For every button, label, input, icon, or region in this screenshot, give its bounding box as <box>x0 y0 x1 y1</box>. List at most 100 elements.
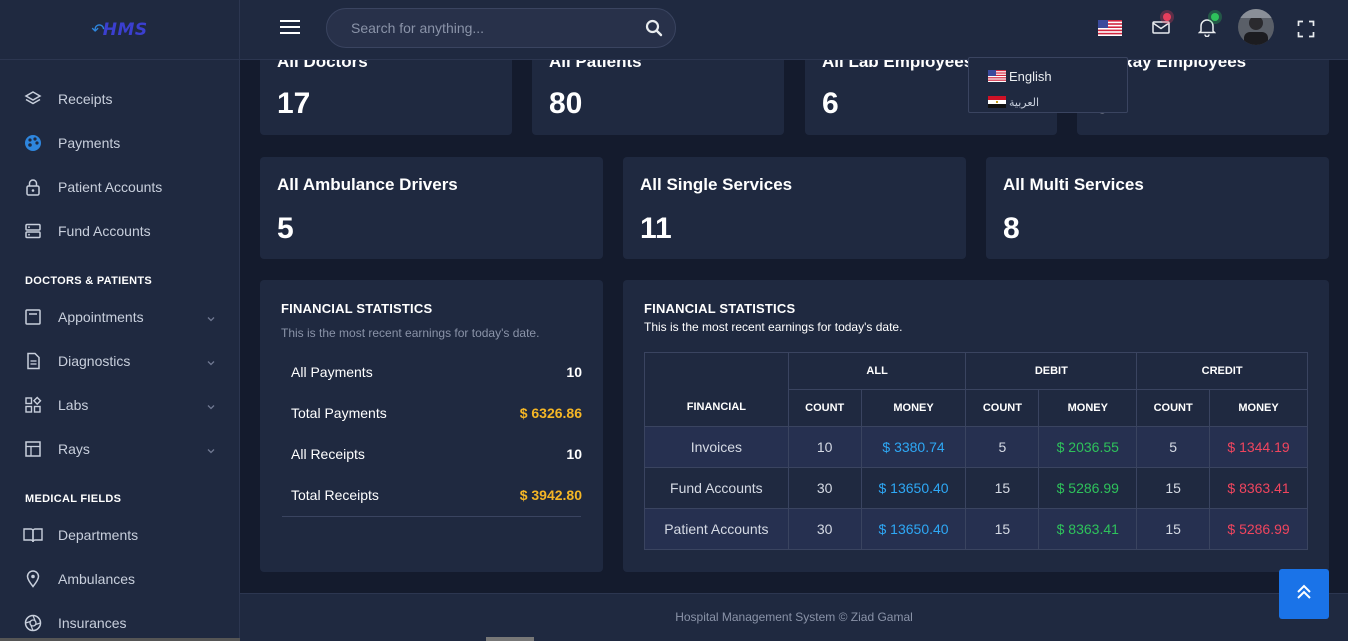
stat-card-ambulance-drivers: All Ambulance Drivers 5 <box>260 157 603 259</box>
notification-dot <box>1211 13 1219 21</box>
financial-table: FINANCIAL ALL DEBIT CREDIT COUNT MONEY C… <box>644 352 1308 550</box>
sidebar-item-diagnostics[interactable]: Diagnostics <box>0 339 240 383</box>
sidebar-item-departments[interactable]: Departments <box>0 513 240 557</box>
all-count: 10 <box>787 426 862 468</box>
sidebar-item-ambulances[interactable]: Ambulances <box>0 557 240 601</box>
header-count: COUNT <box>965 389 1040 427</box>
chevron-down-icon <box>206 443 216 459</box>
stat-card-doctors: All Doctors 17 <box>260 52 512 135</box>
row-value: $ 3942.80 <box>519 487 582 503</box>
header-count: COUNT <box>1136 389 1211 427</box>
stat-title: All Single Services <box>640 175 793 194</box>
row-label: All Payments <box>291 364 373 380</box>
language-dropdown: English العربية <box>968 57 1128 113</box>
row-label: Total Receipts <box>291 487 379 503</box>
row-name: Invoices <box>644 426 789 468</box>
sidebar-item-label: Diagnostics <box>58 353 131 369</box>
sidebar-section-doctors: DOCTORS & PATIENTS <box>25 275 153 287</box>
debit-count: 5 <box>965 426 1040 468</box>
language-label: العربية <box>1009 96 1040 109</box>
debit-money: $ 2036.55 <box>1038 426 1138 468</box>
header-financial: FINANCIAL <box>644 352 789 427</box>
all-count: 30 <box>787 467 862 509</box>
financial-row: Total Payments $ 6326.86 <box>291 405 582 421</box>
aperture-icon <box>23 613 43 633</box>
header-money: MONEY <box>1038 389 1138 427</box>
stat-value: 11 <box>640 212 672 245</box>
sidebar-item-label: Ambulances <box>58 571 136 587</box>
sidebar-item-label: Patient Accounts <box>58 179 163 195</box>
layers-icon <box>23 89 43 109</box>
search-box <box>326 8 676 48</box>
avatar[interactable] <box>1238 9 1274 50</box>
double-chevron-up-icon <box>1294 582 1314 607</box>
header-credit: CREDIT <box>1136 352 1308 390</box>
card-title: FINANCIAL STATISTICS <box>281 301 433 316</box>
sidebar-item-payments[interactable]: Payments <box>0 121 240 165</box>
scrollbar-thumb[interactable] <box>486 637 534 641</box>
debit-money: $ 5286.99 <box>1038 467 1138 509</box>
stat-value: 6 <box>822 87 839 120</box>
stat-title: All Ambulance Drivers <box>277 175 458 194</box>
stat-card-multi-services: All Multi Services 8 <box>986 157 1329 259</box>
all-money: $ 13650.40 <box>860 467 967 509</box>
sidebar-section-medical: MEDICAL FIELDS <box>25 493 122 505</box>
credit-money: $ 5286.99 <box>1209 508 1308 550</box>
stat-card-single-services: All Single Services 11 <box>623 157 966 259</box>
sidebar-item-label: Departments <box>58 527 139 543</box>
logo[interactable]: ↶ HMS <box>0 0 239 60</box>
stat-card-patients: All Patients 80 <box>532 52 784 135</box>
credit-count: 15 <box>1136 508 1211 550</box>
document-icon <box>23 351 43 371</box>
stat-value: 17 <box>277 87 311 120</box>
all-money: $ 13650.40 <box>860 508 967 550</box>
location-pin-icon <box>23 569 43 589</box>
stat-value: 5 <box>277 212 294 245</box>
logo-text: HMS <box>102 19 148 40</box>
credit-count: 5 <box>1136 426 1211 468</box>
sidebar-item-receipts[interactable]: Receipts <box>0 77 240 121</box>
language-option-english[interactable]: English <box>969 63 1127 89</box>
sidebar-item-rays[interactable]: Rays <box>0 427 240 471</box>
card-subtitle: This is the most recent earnings for tod… <box>281 326 540 340</box>
card-title: FINANCIAL STATISTICS <box>644 301 796 316</box>
financial-row: Total Receipts $ 3942.80 <box>291 487 582 503</box>
credit-money: $ 1344.19 <box>1209 426 1308 468</box>
sidebar-item-patient-accounts[interactable]: Patient Accounts <box>0 165 240 209</box>
debit-count: 15 <box>965 508 1040 550</box>
row-name: Fund Accounts <box>644 467 789 509</box>
sidebar-item-label: Rays <box>58 441 90 457</box>
hamburger-menu-icon[interactable] <box>280 20 300 36</box>
row-label: All Receipts <box>291 446 365 462</box>
chevron-down-icon <box>206 311 216 327</box>
footer: Hospital Management System © Ziad Gamal <box>240 593 1348 641</box>
sidebar-item-fund-accounts[interactable]: Fund Accounts <box>0 209 240 253</box>
us-flag-icon[interactable] <box>1098 20 1122 41</box>
language-option-arabic[interactable]: العربية <box>969 89 1127 115</box>
mail-icon[interactable] <box>1151 18 1171 41</box>
server-icon <box>23 221 43 241</box>
footer-text: Hospital Management System © Ziad Gamal <box>675 610 913 624</box>
stat-value: 8 <box>1003 212 1020 245</box>
row-value: 10 <box>566 446 582 462</box>
book-icon <box>23 525 43 545</box>
sidebar-item-label: Payments <box>58 135 121 151</box>
egypt-flag-icon <box>988 96 1006 108</box>
sidebar-item-appointments[interactable]: Appointments <box>0 295 240 339</box>
header-money: MONEY <box>1209 389 1308 427</box>
sidebar-item-labs[interactable]: Labs <box>0 383 240 427</box>
lock-icon <box>23 177 43 197</box>
sidebar-item-label: Labs <box>58 397 89 413</box>
calendar-icon <box>23 307 43 327</box>
financial-summary-card: FINANCIAL STATISTICS This is the most re… <box>260 280 603 572</box>
sidebar-item-label: Fund Accounts <box>58 223 151 239</box>
fullscreen-icon[interactable] <box>1297 20 1315 43</box>
table-row: Invoices 10 $ 3380.74 5 $ 2036.55 5 $ 13… <box>644 426 1308 468</box>
sidebar-item-insurances[interactable]: Insurances <box>0 601 240 641</box>
header-money: MONEY <box>860 389 967 427</box>
back-to-top-button[interactable] <box>1279 569 1329 619</box>
table-icon <box>23 439 43 459</box>
search-input[interactable] <box>327 9 617 47</box>
mail-notification-dot <box>1163 13 1171 21</box>
search-icon[interactable] <box>645 19 663 42</box>
